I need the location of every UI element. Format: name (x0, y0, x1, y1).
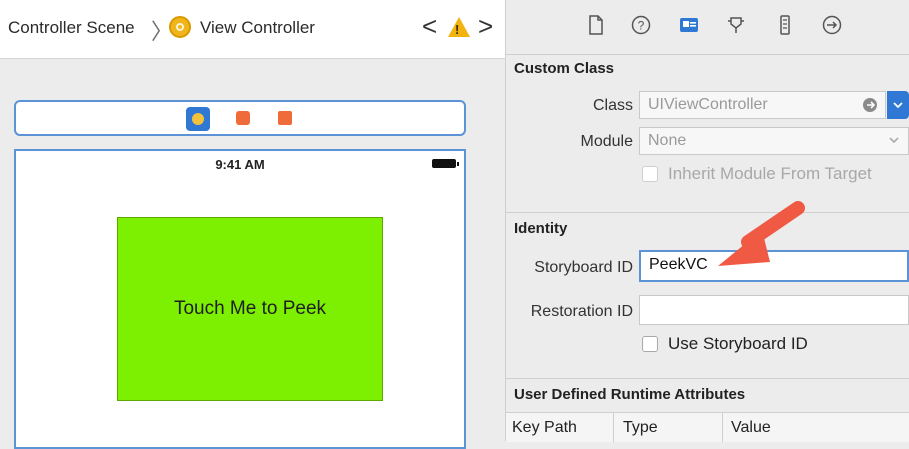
custom-class-title: Custom Class (514, 60, 615, 77)
module-chevron-down-icon (889, 137, 899, 144)
file-icon[interactable] (585, 14, 607, 36)
restoration-id-field[interactable] (639, 295, 909, 325)
inspector-tabs: ? (506, 0, 909, 50)
identity-icon[interactable] (678, 14, 700, 36)
runtime-attributes-table-header: Key Path Type Value (506, 412, 909, 442)
back-arrow-button[interactable]: < (422, 13, 437, 39)
annotation-arrow-icon (718, 201, 805, 266)
runtime-attributes-title: User Defined Runtime Attributes (514, 386, 746, 403)
use-storyboard-id-checkbox[interactable] (642, 336, 658, 352)
exit-icon[interactable] (278, 111, 292, 125)
column-separator (722, 413, 723, 442)
svg-text:?: ? (638, 19, 645, 33)
warning-mark: ! (455, 22, 460, 37)
class-field-value: UIViewController (648, 96, 768, 113)
help-icon[interactable]: ? (630, 14, 652, 36)
column-value[interactable]: Value (731, 419, 771, 437)
storyboard-id-label: Storyboard ID (534, 259, 633, 276)
touch-me-to-peek-button[interactable]: Touch Me to Peek (117, 217, 383, 401)
module-label: Module (580, 133, 633, 150)
view-controller-dock-icon[interactable] (186, 107, 210, 131)
restoration-id-label: Restoration ID (530, 303, 633, 320)
status-bar-time: 9:41 AM (215, 157, 265, 172)
use-storyboard-id-label: Use Storyboard ID (668, 334, 808, 353)
divider (506, 54, 909, 55)
battery-icon (432, 159, 459, 168)
class-arrow-icon[interactable] (862, 97, 878, 113)
module-field[interactable]: None (639, 127, 909, 155)
column-type[interactable]: Type (623, 419, 658, 437)
module-field-value: None (648, 132, 687, 149)
divider (506, 378, 909, 379)
class-label: Class (592, 97, 633, 114)
size-icon[interactable] (774, 14, 796, 36)
scene-dock (14, 100, 466, 136)
class-dropdown-button[interactable] (887, 91, 909, 119)
first-responder-icon[interactable] (236, 111, 250, 125)
attributes-icon[interactable] (725, 14, 747, 36)
breadcrumb-view-controller[interactable]: View Controller (200, 18, 315, 38)
jump-bar: Controller Scene 〉 View Controller < ! > (0, 0, 505, 59)
editor-canvas: Controller Scene 〉 View Controller < ! >… (0, 0, 505, 449)
column-separator (613, 413, 614, 442)
breadcrumb-controller-scene[interactable]: Controller Scene (8, 18, 135, 38)
class-field[interactable]: UIViewController (639, 91, 886, 119)
view-controller-scene[interactable]: 9:41 AM Touch Me to Peek (14, 149, 466, 449)
chevron-down-icon (893, 102, 903, 109)
view-controller-icon (169, 16, 191, 38)
connections-icon[interactable] (821, 14, 843, 36)
storyboard-id-value: PeekVC (649, 256, 708, 273)
inherit-module-label: Inherit Module From Target (668, 164, 872, 183)
inherit-module-checkbox[interactable] (642, 166, 658, 182)
identity-title: Identity (514, 220, 568, 237)
forward-arrow-button[interactable]: > (478, 13, 493, 39)
column-key-path[interactable]: Key Path (512, 419, 577, 437)
